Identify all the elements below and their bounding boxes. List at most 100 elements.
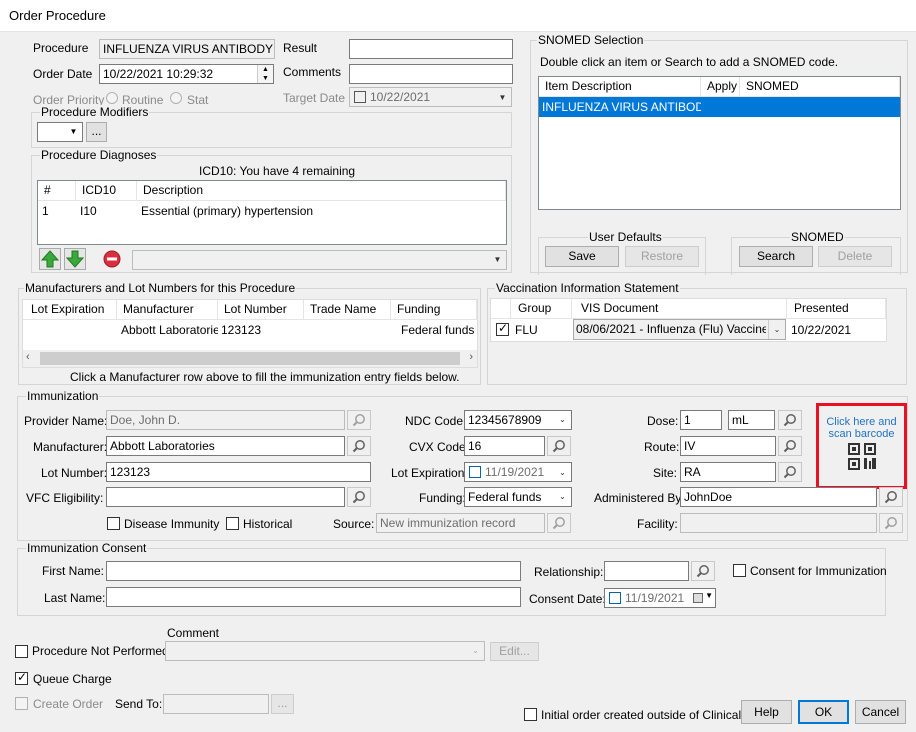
col-header-lot-number[interactable]: Lot Number	[218, 300, 304, 320]
result-field[interactable]	[349, 39, 513, 59]
funding-label: Funding:	[419, 491, 466, 505]
vfc-eligibility-field[interactable]	[106, 487, 345, 507]
lot-number-field[interactable]: 123123	[106, 462, 371, 482]
stat-radio[interactable]	[170, 92, 182, 104]
date-checkbox-icon[interactable]	[469, 466, 481, 478]
order-date-field[interactable]: 10/22/2021 10:29:32 ▲ ▼	[99, 64, 274, 84]
col-header-num[interactable]: #	[38, 181, 76, 201]
diagnosis-search-dropdown[interactable]: ▼	[132, 250, 507, 270]
consent-date-field[interactable]: 11/19/2021 ▼	[604, 588, 716, 608]
consent-for-immunization-checkbox[interactable]	[733, 564, 746, 577]
edit-comment-button[interactable]: Edit...	[490, 642, 539, 661]
lot-expiration-date[interactable]: 11/19/2021 ⌄	[464, 462, 572, 482]
comments-field[interactable]	[349, 64, 513, 84]
last-name-field[interactable]	[106, 587, 521, 607]
save-button[interactable]: Save	[545, 246, 619, 267]
col-header-manufacturer[interactable]: Manufacturer	[117, 300, 218, 320]
horizontal-scrollbar[interactable]: ‹ ›	[23, 350, 477, 367]
initial-order-outside-checkbox[interactable]	[524, 708, 537, 721]
col-header-snomed[interactable]: SNOMED	[740, 77, 900, 97]
move-up-button[interactable]	[39, 248, 61, 270]
manufacturer-field[interactable]: Abbott Laboratories	[106, 436, 345, 456]
col-header-icd10[interactable]: ICD10	[76, 181, 137, 201]
col-header-description[interactable]: Description	[137, 181, 506, 201]
send-to-label: Send To:	[115, 697, 163, 711]
col-header-trade-name[interactable]: Trade Name	[304, 300, 391, 320]
calendar-checkbox-icon	[354, 91, 366, 103]
chevron-down-icon: ▼	[498, 92, 507, 102]
vfc-lookup-button[interactable]	[347, 487, 371, 507]
route-field[interactable]: IV	[680, 436, 776, 456]
target-date-label: Target Date	[283, 91, 346, 105]
col-header-funding[interactable]: Funding	[391, 300, 477, 320]
vis-table: Group VIS Document Presented ✓ FLU 08/06…	[490, 298, 887, 342]
manufacturers-title: Manufacturers and Lot Numbers for this P…	[24, 281, 297, 295]
cancel-button[interactable]: Cancel	[855, 700, 906, 724]
col-header-presented[interactable]: Presented	[787, 299, 886, 319]
route-label: Route:	[644, 440, 680, 454]
create-order-checkbox[interactable]	[15, 697, 28, 710]
col-header-item-description[interactable]: Item Description	[539, 77, 701, 97]
scroll-right-icon[interactable]: ›	[469, 351, 473, 363]
remove-diagnosis-button[interactable]	[102, 249, 122, 269]
funding-dropdown[interactable]: Federal funds ⌄	[464, 487, 572, 507]
administered-by-field[interactable]: JohnDoe	[680, 487, 877, 507]
cvx-code-field[interactable]: 16	[464, 436, 545, 456]
vis-presented-checkbox[interactable]: ✓	[496, 321, 509, 336]
dose-field[interactable]: 1	[680, 410, 722, 430]
dose-unit-lookup-button[interactable]	[778, 410, 802, 430]
dose-unit-field[interactable]: mL	[728, 410, 775, 430]
modifier-more-button[interactable]: ...	[86, 122, 107, 142]
table-row[interactable]: ✓ FLU 08/06/2021 - Influenza (Flu) Vacci…	[491, 319, 886, 341]
site-field[interactable]: RA	[680, 462, 776, 482]
queue-charge-checkbox[interactable]: ✓	[15, 670, 28, 685]
snomed-delete-button[interactable]: Delete	[818, 246, 892, 267]
date-checkbox-icon[interactable]	[609, 592, 621, 604]
table-row[interactable]: INFLUENZA VIRUS ANTIBODY	[539, 97, 900, 117]
order-date-spinner[interactable]: ▲ ▼	[257, 65, 273, 83]
route-lookup-button[interactable]	[778, 436, 802, 456]
chevron-down-icon: ▼	[493, 255, 502, 264]
snomed-search-button[interactable]: Search	[739, 246, 813, 267]
relationship-lookup-button[interactable]	[691, 561, 715, 581]
col-header-lot-expiration[interactable]: Lot Expiration	[23, 300, 117, 320]
snomed-selection-title: SNOMED Selection	[537, 33, 645, 47]
relationship-field[interactable]	[604, 561, 689, 581]
scan-barcode-button[interactable]: Click here and scan barcode	[816, 403, 907, 489]
restore-button[interactable]: Restore	[625, 246, 699, 267]
cvx-lookup-button[interactable]	[547, 436, 571, 456]
col-header-vis-document[interactable]: VIS Document	[572, 299, 787, 319]
table-row[interactable]: Abbott Laboratories 123123 Federal funds	[23, 320, 477, 340]
manufacturer-lookup-button[interactable]	[347, 436, 371, 456]
help-button[interactable]: Help	[741, 700, 792, 724]
scrollbar-thumb[interactable]	[40, 352, 460, 365]
first-name-field[interactable]	[106, 561, 521, 581]
disease-immunity-checkbox[interactable]	[107, 517, 120, 530]
facility-lookup-button[interactable]	[879, 513, 903, 533]
consent-date-label: Consent Date:	[529, 592, 606, 606]
ndc-code-dropdown[interactable]: 12345678909 ⌄	[464, 410, 572, 430]
calendar-icon[interactable]	[693, 593, 703, 603]
historical-checkbox[interactable]	[226, 517, 239, 530]
vis-document-dropdown[interactable]: 08/06/2021 - Influenza (Flu) Vaccine ...…	[573, 319, 786, 340]
vis-group: Vaccination Information Statement Group …	[487, 281, 907, 385]
scroll-left-icon[interactable]: ‹	[26, 351, 30, 363]
procedure-not-performed-checkbox[interactable]	[15, 645, 28, 658]
table-row[interactable]: 1 I10 Essential (primary) hypertension	[38, 201, 506, 221]
site-lookup-button[interactable]	[778, 462, 802, 482]
col-header-apply[interactable]: Apply	[701, 77, 740, 97]
search-icon	[696, 565, 709, 578]
col-header-group[interactable]: Group	[511, 299, 572, 319]
provider-lookup-button[interactable]	[347, 410, 371, 430]
source-lookup-button[interactable]	[547, 513, 571, 533]
move-down-button[interactable]	[64, 248, 86, 270]
administered-by-lookup-button[interactable]	[879, 487, 903, 507]
comment-dropdown: ⌄	[165, 641, 485, 661]
lot-number-label: Lot Number:	[41, 466, 108, 480]
routine-radio[interactable]	[106, 92, 118, 104]
modifier-dropdown[interactable]: ▼	[37, 122, 83, 142]
send-to-more-button[interactable]: ...	[271, 694, 294, 714]
remove-icon	[103, 250, 121, 268]
ok-button[interactable]: OK	[798, 700, 849, 724]
manufacturers-hint: Click a Manufacturer row above to fill t…	[70, 370, 460, 384]
